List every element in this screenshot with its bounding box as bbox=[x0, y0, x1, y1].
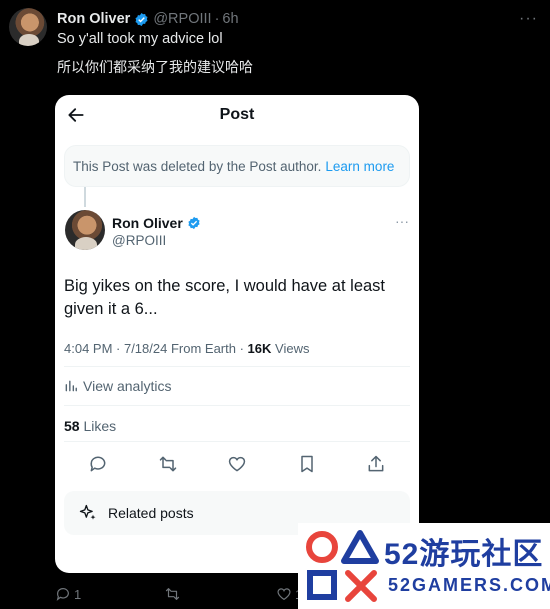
more-options-icon[interactable]: ··· bbox=[519, 10, 538, 28]
bookmark-icon bbox=[296, 453, 318, 475]
embedded-author-handle: @RPOIII bbox=[112, 233, 167, 248]
tweet-translation: 所以你们都采纳了我的建议哈哈 bbox=[57, 59, 253, 75]
embedded-post-text: Big yikes on the score, I would have at … bbox=[64, 277, 386, 318]
tweet-header: Ron Oliver @RPOIII · 6h bbox=[57, 10, 239, 28]
embedded-author-name-row: Ron Oliver bbox=[112, 215, 205, 231]
views-label: Views bbox=[275, 341, 310, 356]
watermark-url: 52GAMERS.COM bbox=[388, 575, 550, 595]
view-analytics: View analytics bbox=[64, 378, 171, 394]
related-posts-label: Related posts bbox=[108, 505, 194, 521]
divider bbox=[64, 366, 410, 367]
repost-icon bbox=[165, 588, 180, 600]
analytics-icon bbox=[65, 380, 77, 392]
reply-count: 1 bbox=[74, 586, 82, 602]
embedded-action-bar bbox=[64, 453, 410, 477]
sparkle-icon bbox=[79, 504, 96, 520]
likes-label: Likes bbox=[83, 418, 117, 434]
like-icon bbox=[226, 453, 248, 475]
thread-line bbox=[84, 187, 86, 207]
watermark-overlay: 52游玩社区 52GAMERS.COM bbox=[298, 523, 550, 609]
repost-button[interactable] bbox=[164, 586, 181, 602]
learn-more-link: Learn more bbox=[325, 158, 395, 174]
embedded-author-name: Ron Oliver bbox=[112, 215, 183, 231]
post-timestamp: 4:04 PM · 7/18/24 From Earth · bbox=[64, 341, 244, 356]
deleted-notice: This Post was deleted by the Post author… bbox=[64, 145, 410, 187]
reply-button[interactable]: 1 bbox=[55, 586, 81, 602]
divider bbox=[64, 405, 410, 406]
verified-badge-icon bbox=[187, 216, 201, 230]
embedded-header: Post bbox=[55, 95, 419, 135]
divider bbox=[64, 441, 410, 442]
likes-count: 58 bbox=[64, 418, 80, 434]
post-time[interactable]: 6h bbox=[222, 11, 238, 27]
embedded-more-icon: ··· bbox=[395, 213, 409, 229]
reply-icon bbox=[87, 453, 109, 475]
separator-dot: · bbox=[214, 11, 220, 27]
author-handle[interactable]: @RPOIII bbox=[153, 11, 211, 27]
repost-icon bbox=[157, 453, 179, 475]
deleted-notice-text: This Post was deleted by the Post author… bbox=[73, 158, 322, 174]
verified-badge-icon bbox=[134, 12, 149, 27]
tweet-text: So y'all took my advice lol bbox=[57, 31, 223, 47]
embedded-author-avatar bbox=[65, 210, 105, 250]
watermark-logo-icon bbox=[306, 530, 379, 602]
view-analytics-label: View analytics bbox=[83, 378, 172, 394]
share-icon bbox=[365, 453, 387, 475]
likes-summary: 58 Likes bbox=[64, 418, 116, 434]
views-count: 16K bbox=[247, 341, 272, 356]
page-title: Post bbox=[219, 106, 255, 123]
watermark-title: 52游玩社区 bbox=[384, 538, 544, 571]
post-meta: 4:04 PM · 7/18/24 From Earth · 16K Views bbox=[64, 341, 309, 356]
like-icon bbox=[277, 588, 291, 601]
author-name[interactable]: Ron Oliver bbox=[57, 11, 130, 27]
reply-icon bbox=[56, 588, 69, 601]
tweet: Ron Oliver @RPOIII · 6h ··· So y'all too… bbox=[0, 0, 550, 609]
author-avatar[interactable] bbox=[9, 8, 47, 46]
embedded-post-screenshot[interactable]: Post This Post was deleted by the Post a… bbox=[55, 95, 419, 573]
